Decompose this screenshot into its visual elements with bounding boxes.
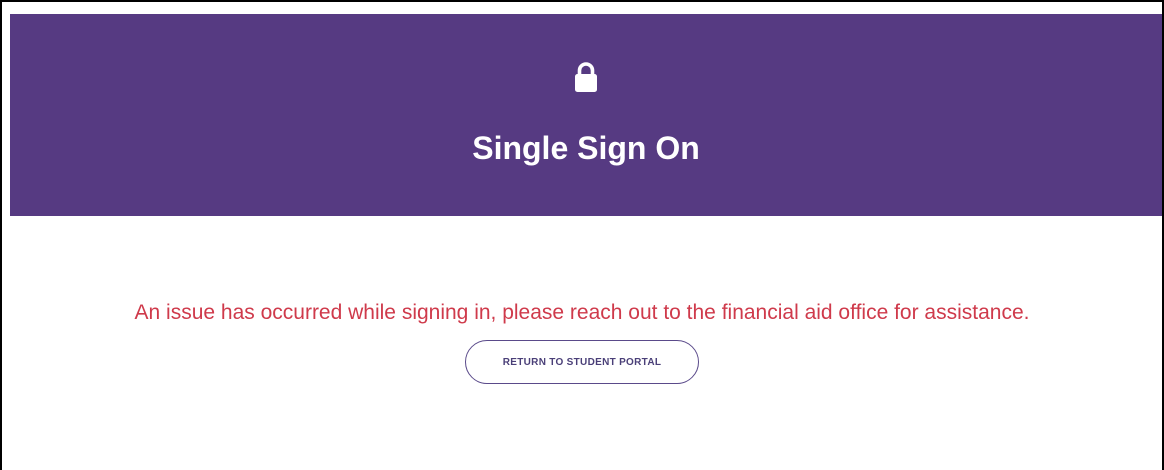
return-to-student-portal-button[interactable]: RETURN TO STUDENT PORTAL [465,340,699,384]
page-title: Single Sign On [472,130,700,166]
error-message: An issue has occurred while signing in, … [134,301,1030,324]
sso-header: Single Sign On [10,14,1162,216]
lock-icon [575,62,597,92]
page-frame: Single Sign On An issue has occurred whi… [0,0,1164,470]
main-content: An issue has occurred while signing in, … [2,298,1162,384]
top-gap [2,2,1162,14]
